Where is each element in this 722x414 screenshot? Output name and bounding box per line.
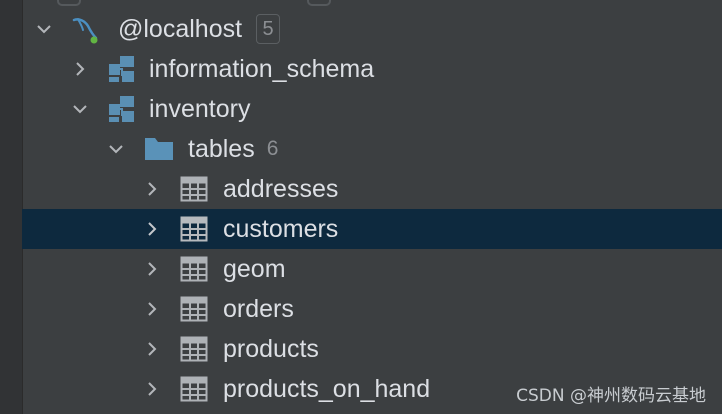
schema-label: inventory <box>149 94 251 123</box>
table-row[interactable]: products <box>22 329 722 369</box>
chevron-right-icon[interactable] <box>141 178 163 200</box>
tree-node-localhost[interactable]: @localhost 5 <box>22 9 722 49</box>
table-icon <box>180 216 208 242</box>
table-icon <box>180 336 208 362</box>
tree-node-inventory[interactable]: inventory <box>22 89 722 129</box>
table-label: orders <box>223 294 294 323</box>
table-icon <box>180 296 208 322</box>
left-gutter <box>0 0 23 414</box>
chevron-right-icon[interactable] <box>141 378 163 400</box>
table-icon <box>180 376 208 402</box>
chevron-right-icon[interactable] <box>141 298 163 320</box>
chevron-down-icon[interactable] <box>69 98 91 120</box>
table-label: addresses <box>223 174 339 203</box>
host-label: @localhost <box>118 14 243 43</box>
chevron-right-icon[interactable] <box>69 58 91 80</box>
host-count-badge: 5 <box>256 14 281 44</box>
table-icon <box>180 256 208 282</box>
table-label: geom <box>223 254 286 283</box>
table-icon <box>180 176 208 202</box>
table-row-selected[interactable]: customers <box>22 209 722 249</box>
cutoff-element <box>57 0 81 6</box>
tree-node-information-schema[interactable]: information_schema <box>22 49 722 89</box>
table-label: products <box>223 334 319 363</box>
chevron-right-icon[interactable] <box>141 258 163 280</box>
schema-label: information_schema <box>149 54 375 83</box>
mysql-dolphin-icon <box>70 14 100 44</box>
cutoff-element <box>307 0 331 6</box>
top-sliver <box>22 0 722 6</box>
table-label: customers <box>223 214 339 243</box>
database-explorer-panel: @localhost 5 information_schema inventor… <box>0 0 722 414</box>
chevron-down-icon[interactable] <box>33 18 55 40</box>
schema-icon <box>108 55 136 83</box>
folder-icon <box>144 136 174 162</box>
table-label: products_on_hand <box>223 374 431 403</box>
watermark: CSDN @神州数码云基地 <box>516 386 706 406</box>
table-row[interactable]: orders <box>22 289 722 329</box>
tables-count: 6 <box>266 137 279 160</box>
table-row[interactable]: addresses <box>22 169 722 209</box>
table-row[interactable]: geom <box>22 249 722 289</box>
chevron-right-icon[interactable] <box>141 338 163 360</box>
folder-label: tables <box>188 134 255 163</box>
schema-icon <box>108 95 136 123</box>
tree-node-tables-folder[interactable]: tables 6 <box>22 129 722 169</box>
chevron-down-icon[interactable] <box>105 138 127 160</box>
chevron-right-icon[interactable] <box>141 218 163 240</box>
